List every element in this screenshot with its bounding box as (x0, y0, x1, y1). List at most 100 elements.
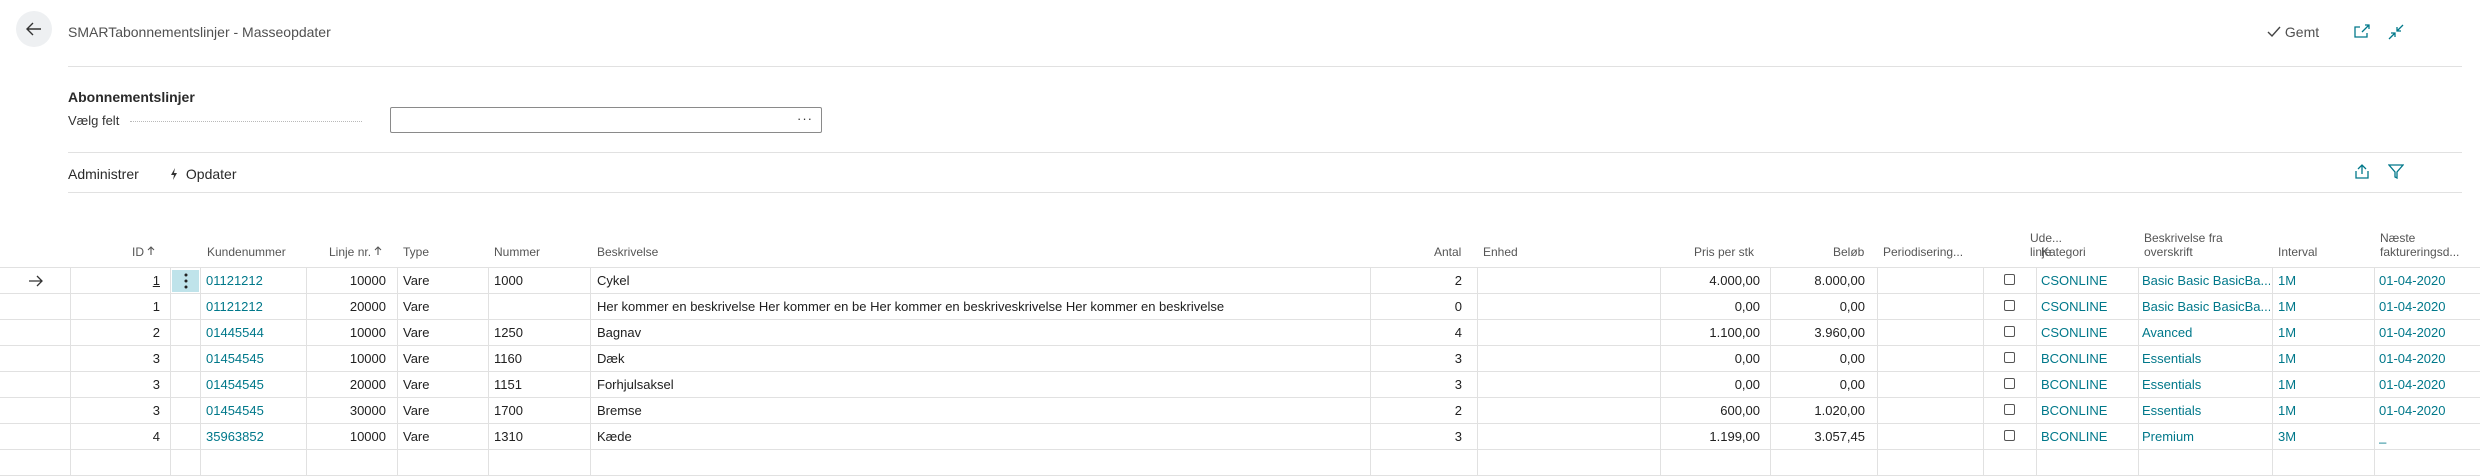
excluded-checkbox[interactable] (2004, 430, 2015, 441)
cell-interval[interactable]: 1M (2278, 294, 2368, 320)
field-leader (130, 121, 362, 122)
table-row[interactable]: 4 35963852 10000 Vare 1310 Kæde 3 1.199,00 3.057… (0, 424, 2480, 450)
table-row[interactable]: 3 01454545 30000 Vare 1700 Bremse 2 600,00 1.020… (0, 398, 2480, 424)
cell-header-desc[interactable]: Premium (2142, 424, 2270, 450)
col-header-description[interactable]: Beskrivelse (597, 245, 658, 259)
cell-category[interactable]: BCONLINE (2041, 424, 2136, 450)
cell-price: 1.199,00 (1709, 429, 1760, 444)
cell-id[interactable]: 1 (70, 268, 160, 294)
cell-customer[interactable]: 01454545 (206, 372, 306, 398)
cell-customer[interactable]: 35963852 (206, 424, 306, 450)
lookup-button[interactable]: ··· (797, 111, 813, 126)
cell-number: 1250 (494, 325, 523, 340)
cell-line: 10000 (349, 325, 386, 340)
cell-unit (1483, 424, 1653, 450)
col-header-customer[interactable]: Kundenummer (207, 245, 286, 259)
table-row-empty[interactable] (0, 450, 2480, 476)
cell-customer[interactable]: 01454545 (206, 346, 306, 372)
col-header-next-invoice-l2: faktureringsd... (2380, 245, 2460, 259)
cell-description: Forhjulsaksel (597, 377, 674, 392)
col-header-interval[interactable]: Interval (2278, 245, 2317, 259)
col-header-id[interactable]: ID (132, 245, 155, 259)
col-header-line[interactable]: Linje nr. (329, 245, 382, 259)
cell-next-invoice[interactable]: 01-04-2020 (2379, 268, 2479, 294)
excluded-checkbox[interactable] (2004, 352, 2015, 363)
select-field-input[interactable]: ··· (390, 107, 822, 133)
cell-price: 4.000,00 (1709, 273, 1760, 288)
cell-id[interactable]: 1 (70, 294, 160, 320)
open-new-window-button[interactable] (2354, 24, 2370, 43)
cell-id[interactable]: 2 (70, 320, 160, 346)
col-header-header-desc[interactable]: Beskrivelse fra overskrift (2144, 231, 2223, 259)
collapse-button[interactable] (2388, 24, 2404, 45)
col-header-number[interactable]: Nummer (494, 245, 540, 259)
table-row[interactable]: 1 01121212 10000 Vare 1000 Cykel 2 4.000,00 8.00… (0, 268, 2480, 294)
cell-next-invoice[interactable]: 01-04-2020 (2379, 398, 2479, 424)
cell-header-desc[interactable]: Basic Basic BasicBa... (2142, 294, 2270, 320)
cell-customer[interactable]: 01445544 (206, 320, 306, 346)
cell-header-desc[interactable]: Essentials (2142, 346, 2270, 372)
cell-category[interactable]: CSONLINE (2041, 268, 2136, 294)
cell-category[interactable]: BCONLINE (2041, 372, 2136, 398)
update-action[interactable]: Opdater (170, 166, 236, 182)
excluded-checkbox[interactable] (2004, 378, 2015, 389)
cell-id[interactable]: 3 (70, 372, 160, 398)
col-header-accrual[interactable]: Periodisering... (1883, 245, 1963, 259)
cell-header-desc[interactable]: Basic Basic BasicBa... (2142, 268, 2270, 294)
col-header-price[interactable]: Pris per stk (1694, 245, 1754, 259)
table-row[interactable]: 1 01121212 20000 Vare Her kommer en beskrive… (0, 294, 2480, 320)
filter-button[interactable] (2387, 164, 2405, 184)
excluded-checkbox[interactable] (2004, 274, 2015, 285)
saved-label: Gemt (2284, 24, 2320, 40)
col-header-category[interactable]: Kategori (2041, 245, 2086, 259)
cell-next-invoice[interactable]: 01-04-2020 (2379, 294, 2479, 320)
cell-category[interactable]: BCONLINE (2041, 398, 2136, 424)
col-header-amount[interactable]: Beløb (1833, 245, 1864, 259)
cell-customer[interactable]: 01121212 (206, 294, 306, 320)
excluded-checkbox[interactable] (2004, 300, 2015, 311)
cell-header-desc[interactable]: Essentials (2142, 398, 2270, 424)
share-button[interactable] (2354, 164, 2370, 184)
col-header-type[interactable]: Type (403, 245, 429, 259)
cell-next-invoice[interactable]: 01-04-2020 (2379, 320, 2479, 346)
cell-interval[interactable]: 1M (2278, 372, 2368, 398)
cell-price: 0,00 (1734, 299, 1760, 314)
cell-customer[interactable]: 01121212 (206, 268, 306, 294)
col-header-qty[interactable]: Antal (1434, 245, 1461, 259)
table-row[interactable]: 3 01454545 10000 Vare 1160 Dæk 3 0,00 0,00 BCONLI… (0, 346, 2480, 372)
manage-menu[interactable]: Administrer (68, 166, 139, 182)
table-row[interactable]: 2 01445544 10000 Vare 1250 Bagnav 4 1.100,00 3.9… (0, 320, 2480, 346)
cell-category[interactable]: CSONLINE (2041, 294, 2136, 320)
cell-interval[interactable]: 3M (2278, 424, 2368, 450)
cell-id[interactable]: 3 (70, 398, 160, 424)
cell-accrual (1883, 372, 1978, 398)
cell-next-invoice[interactable]: 01-04-2020 (2379, 372, 2479, 398)
cell-next-invoice[interactable]: 01-04-2020 (2379, 346, 2479, 372)
cell-category[interactable]: CSONLINE (2041, 320, 2136, 346)
cell-type: Vare (403, 351, 430, 366)
excluded-checkbox[interactable] (2004, 404, 2015, 415)
cell-customer[interactable]: 01454545 (206, 398, 306, 424)
table-row[interactable]: 3 01454545 20000 Vare 1151 Forhjulsaksel 3 0,00… (0, 372, 2480, 398)
cell-next-invoice[interactable]: _ (2379, 424, 2479, 450)
cell-category[interactable]: BCONLINE (2041, 346, 2136, 372)
excluded-checkbox[interactable] (2004, 326, 2015, 337)
update-label: Opdater (185, 166, 237, 182)
cell-id[interactable]: 4 (70, 424, 160, 450)
back-arrow-icon (26, 22, 41, 36)
cell-header-desc[interactable]: Avanced (2142, 320, 2270, 346)
cell-id[interactable]: 3 (70, 346, 160, 372)
cell-type: Vare (403, 273, 430, 288)
cell-interval[interactable]: 1M (2278, 398, 2368, 424)
col-header-next-invoice[interactable]: Næste faktureringsd... (2380, 231, 2459, 259)
cell-interval[interactable]: 1M (2278, 346, 2368, 372)
cell-header-desc[interactable]: Essentials (2142, 372, 2270, 398)
col-header-header-desc-l2: overskrift (2144, 245, 2193, 259)
cell-interval[interactable]: 1M (2278, 320, 2368, 346)
col-header-unit[interactable]: Enhed (1483, 245, 1518, 259)
cell-price: 600,00 (1720, 403, 1760, 418)
cell-interval[interactable]: 1M (2278, 268, 2368, 294)
back-button[interactable] (16, 11, 52, 47)
cell-amount: 8.000,00 (1814, 273, 1865, 288)
cell-qty: 3 (1454, 377, 1462, 392)
